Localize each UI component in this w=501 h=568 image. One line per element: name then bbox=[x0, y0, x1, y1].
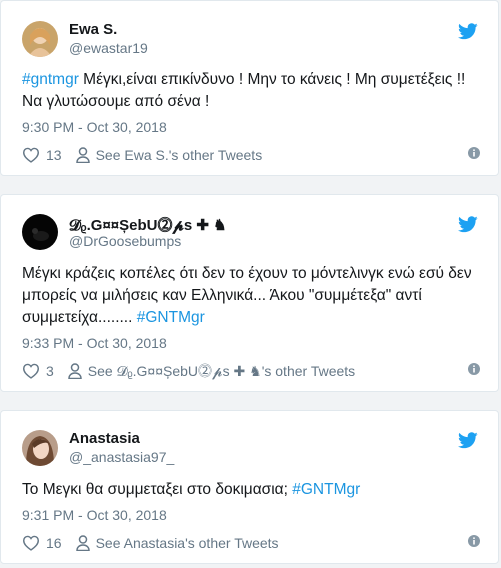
tweet-card: Ewa S. @ewastar19 #gntmgr Μέγκι,είναι επ… bbox=[0, 0, 499, 176]
other-tweets-label: See Anastasia's other Tweets bbox=[95, 535, 279, 551]
tweet-timestamp[interactable]: 9:30 PM - Oct 30, 2018 bbox=[22, 119, 167, 135]
tweet-timestamp[interactable]: 9:33 PM - Oct 30, 2018 bbox=[22, 335, 167, 351]
author-name[interactable]: 𝓓ᵨ.G¤¤ȘebU⓶𝓹ѕ ✚ ♞ bbox=[69, 214, 227, 235]
like-count: 13 bbox=[46, 147, 62, 163]
twitter-bird-icon[interactable] bbox=[458, 23, 478, 40]
info-icon[interactable] bbox=[468, 363, 480, 375]
like-button[interactable]: 16 bbox=[22, 535, 62, 551]
tweet-actions: 13 See Ewa S.'s other Tweets bbox=[22, 145, 480, 165]
info-icon[interactable] bbox=[468, 147, 480, 159]
like-button[interactable]: 3 bbox=[22, 363, 54, 379]
tweet-actions: 16 See Anastasia's other Tweets bbox=[22, 533, 480, 553]
tweet-text-body: Μέγκι κράζεις κοπέλες ότι δεν το έχουν τ… bbox=[22, 265, 472, 326]
other-tweets-label: See Ewa S.'s other Tweets bbox=[95, 147, 263, 163]
tweet-card: 𝓓ᵨ.G¤¤ȘebU⓶𝓹ѕ ✚ ♞ @DrGoosebumps Μέγκι κρ… bbox=[0, 194, 499, 392]
tweet-text-body: Μέγκι,είναι επικίνδυνο ! Μην το κάνεις !… bbox=[22, 71, 466, 110]
like-button[interactable]: 13 bbox=[22, 147, 62, 163]
author-handle[interactable]: @ewastar19 bbox=[69, 40, 148, 56]
author-handle[interactable]: @_anastasia97_ bbox=[69, 449, 174, 465]
other-tweets-link[interactable]: See Anastasia's other Tweets bbox=[75, 535, 279, 551]
author-name[interactable]: Ewa S. bbox=[69, 21, 117, 38]
person-icon bbox=[75, 147, 90, 163]
like-count: 16 bbox=[46, 535, 62, 551]
tweet-text-body: Το Μεγκι θα συμμεταξει στο δοκιμασια; bbox=[22, 481, 293, 498]
heart-icon bbox=[22, 535, 40, 551]
author-handle[interactable]: @DrGoosebumps bbox=[69, 233, 181, 249]
heart-icon bbox=[22, 363, 40, 379]
avatar[interactable] bbox=[22, 21, 58, 57]
avatar[interactable] bbox=[22, 430, 58, 466]
tweet-text: #gntmgr Μέγκι,είναι επικίνδυνο ! Μην το … bbox=[22, 69, 480, 113]
twitter-bird-icon[interactable] bbox=[458, 432, 478, 449]
other-tweets-link[interactable]: See Ewa S.'s other Tweets bbox=[75, 147, 263, 163]
tweet-card: Anastasia @_anastasia97_ Το Μεγκι θα συμ… bbox=[0, 410, 499, 564]
hashtag-link[interactable]: #gntmgr bbox=[22, 71, 79, 88]
tweet-text: Το Μεγκι θα συμμεταξει στο δοκιμασια; #G… bbox=[22, 479, 480, 501]
hashtag-link[interactable]: #GNTMgr bbox=[137, 309, 205, 326]
tweet-actions: 3 See 𝓓ᵨ.G¤¤ȘebU⓶𝓹ѕ ✚ ♞'s other Tweets bbox=[22, 361, 480, 381]
heart-icon bbox=[22, 147, 40, 163]
like-count: 3 bbox=[46, 363, 54, 379]
hashtag-link[interactable]: #GNTMgr bbox=[292, 481, 360, 498]
other-tweets-link[interactable]: See 𝓓ᵨ.G¤¤ȘebU⓶𝓹ѕ ✚ ♞'s other Tweets bbox=[68, 361, 355, 381]
tweet-timestamp[interactable]: 9:31 PM - Oct 30, 2018 bbox=[22, 507, 167, 523]
info-icon[interactable] bbox=[468, 535, 480, 547]
tweet-text: Μέγκι κράζεις κοπέλες ότι δεν το έχουν τ… bbox=[22, 263, 480, 329]
person-icon bbox=[68, 363, 82, 379]
other-tweets-label: See 𝓓ᵨ.G¤¤ȘebU⓶𝓹ѕ ✚ ♞'s other Tweets bbox=[87, 363, 356, 379]
person-icon bbox=[75, 535, 90, 551]
author-name[interactable]: Anastasia bbox=[69, 430, 140, 447]
avatar[interactable] bbox=[22, 214, 58, 250]
twitter-bird-icon[interactable] bbox=[458, 216, 478, 233]
